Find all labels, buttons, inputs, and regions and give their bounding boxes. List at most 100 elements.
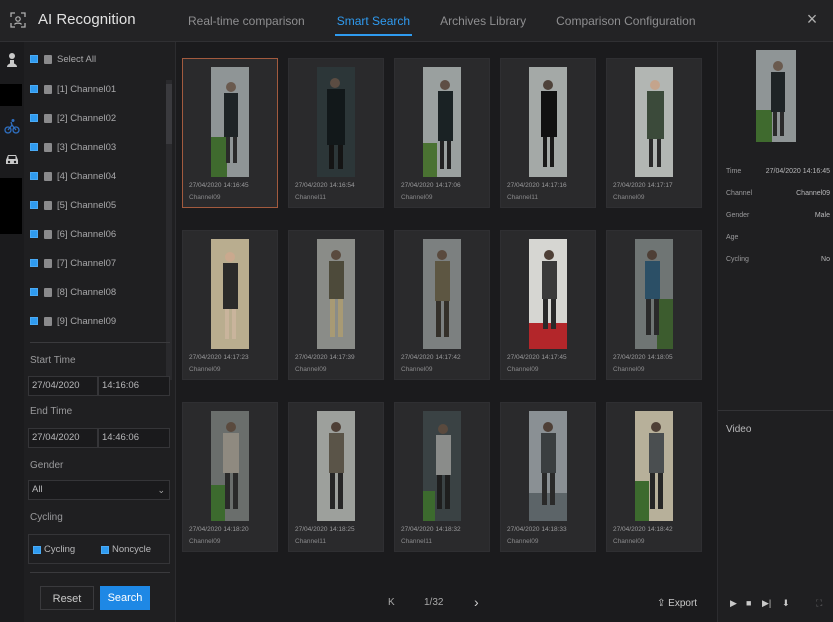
result-card[interactable]: 27/04/2020 14:18:25 Channel11 [288, 402, 384, 552]
detail-gender-value: Male [814, 212, 830, 219]
result-card[interactable]: 27/04/2020 14:17:16 Channel11 [500, 58, 596, 208]
checkbox[interactable] [30, 143, 38, 151]
reset-button[interactable]: Reset [40, 586, 94, 610]
camera-icon [44, 171, 52, 181]
detail-gender-label: Gender [726, 212, 750, 219]
channel-item[interactable]: [6] Channel06 [30, 225, 116, 243]
result-card[interactable]: 27/04/2020 14:18:42 Channel09 [606, 402, 702, 552]
result-time: 27/04/2020 14:16:45 [189, 182, 249, 189]
detail-panel: Time 27/04/2020 14:16:45 Channel Channel09… [717, 42, 833, 622]
checkbox[interactable] [30, 172, 38, 180]
export-label: Export [668, 598, 698, 609]
select-all-checkbox[interactable]: Select All [30, 50, 96, 68]
last-page-button[interactable]: › [474, 594, 479, 610]
result-time: 27/04/2020 14:18:32 [401, 526, 461, 533]
channel-item[interactable]: [8] Channel08 [30, 283, 116, 301]
start-time-input[interactable]: 14:16:06 [98, 376, 170, 396]
detail-cycling-label: Cycling [726, 256, 749, 263]
result-card[interactable]: 27/04/2020 14:18:33 Channel09 [500, 402, 596, 552]
cycling-checkbox[interactable]: Cycling [33, 544, 75, 555]
close-icon[interactable]: × [803, 10, 821, 28]
channel-item[interactable]: [1] Channel01 [30, 80, 116, 98]
detail-age-label: Age [726, 234, 739, 241]
camera-icon [44, 200, 52, 210]
channel-item[interactable]: [4] Channel04 [30, 167, 116, 185]
car-icon[interactable] [4, 150, 20, 166]
result-card[interactable]: 27/04/2020 14:18:20 Channel09 [182, 402, 278, 552]
result-card[interactable]: 27/04/2020 14:17:39 Channel09 [288, 230, 384, 380]
person-snapshot [211, 411, 249, 521]
result-card[interactable]: 27/04/2020 14:16:54 Channel11 [288, 58, 384, 208]
result-card[interactable]: 27/04/2020 14:16:45 Channel09 [182, 58, 278, 208]
result-channel: Channel11 [401, 538, 432, 545]
scrollbar-thumb[interactable] [166, 84, 172, 144]
checkbox[interactable] [30, 114, 38, 122]
person-icon[interactable] [4, 52, 20, 68]
channel-label: [4] Channel04 [57, 170, 117, 182]
person-detail-snapshot [756, 50, 796, 142]
person-snapshot [423, 67, 461, 177]
result-time: 27/04/2020 14:18:42 [613, 526, 673, 533]
result-card[interactable]: 27/04/2020 14:17:45 Channel09 [500, 230, 596, 380]
channel-item[interactable]: [2] Channel02 [30, 109, 116, 127]
noncycle-checkbox[interactable]: Noncycle [101, 544, 151, 555]
face-scan-icon [10, 12, 26, 28]
cyclist-icon[interactable] [4, 118, 20, 134]
first-page-button[interactable]: K [388, 597, 395, 608]
result-time: 27/04/2020 14:17:39 [295, 354, 355, 361]
result-channel: Channel09 [295, 366, 327, 373]
result-channel: Channel09 [507, 538, 539, 545]
checkbox[interactable] [30, 85, 38, 93]
result-card[interactable]: 27/04/2020 14:18:05 Channel09 [606, 230, 702, 380]
checkbox[interactable] [30, 288, 38, 296]
detail-time-label: Time [726, 168, 742, 175]
export-button[interactable]: ⇪ Export [657, 598, 697, 609]
download-icon[interactable]: ⬇ [782, 598, 790, 609]
tab-comparison-configuration[interactable]: Comparison Configuration [554, 0, 697, 42]
start-time-label: Start Time [30, 355, 76, 366]
camera-icon [44, 316, 52, 326]
result-time: 27/04/2020 14:17:16 [507, 182, 567, 189]
camera-icon [44, 142, 52, 152]
gender-select[interactable]: All ⌄ [28, 480, 170, 500]
result-card[interactable]: 27/04/2020 14:17:17 Channel09 [606, 58, 702, 208]
result-card[interactable]: 27/04/2020 14:17:42 Channel09 [394, 230, 490, 380]
result-card[interactable]: 27/04/2020 14:17:06 Channel09 [394, 58, 490, 208]
checkbox[interactable] [30, 55, 38, 63]
result-channel: Channel09 [613, 366, 645, 373]
person-snapshot [211, 239, 249, 349]
channel-label: [5] Channel05 [57, 199, 117, 211]
checkbox[interactable] [30, 230, 38, 238]
result-time: 27/04/2020 14:18:05 [613, 354, 673, 361]
result-card[interactable]: 27/04/2020 14:17:23 Channel09 [182, 230, 278, 380]
channel-item[interactable]: [5] Channel05 [30, 196, 116, 214]
checkbox[interactable] [101, 545, 109, 554]
play-icon[interactable]: ▶ [730, 598, 737, 609]
next-frame-icon[interactable]: ▶| [762, 598, 771, 609]
checkbox[interactable] [30, 259, 38, 267]
tab-smart-search[interactable]: Smart Search [334, 0, 413, 42]
result-channel: Channel11 [507, 194, 538, 201]
checkbox[interactable] [30, 317, 38, 325]
channel-item[interactable]: [9] Channel09 [30, 312, 116, 330]
start-date-input[interactable]: 27/04/2020 [28, 376, 98, 396]
stop-icon[interactable]: ■ [746, 598, 751, 608]
channel-item[interactable]: [3] Channel03 [30, 138, 116, 156]
result-channel: Channel11 [295, 194, 326, 201]
checkbox[interactable] [33, 545, 41, 554]
end-time-input[interactable]: 14:46:06 [98, 428, 170, 448]
divider [30, 342, 170, 343]
fullscreen-icon[interactable]: ⛶ [816, 598, 822, 609]
channel-item[interactable]: [7] Channel07 [30, 254, 116, 272]
camera-icon [44, 258, 52, 268]
camera-icon [44, 287, 52, 297]
search-button[interactable]: Search [100, 586, 150, 610]
channel-list-scrollbar[interactable] [166, 80, 172, 380]
checkbox[interactable] [30, 201, 38, 209]
detail-age-row: Age [726, 234, 830, 241]
tab-realtime-comparison[interactable]: Real-time comparison [186, 0, 307, 42]
divider [718, 410, 833, 411]
end-date-input[interactable]: 27/04/2020 [28, 428, 98, 448]
tab-archives-library[interactable]: Archives Library [438, 0, 528, 42]
result-card[interactable]: 27/04/2020 14:18:32 Channel11 [394, 402, 490, 552]
